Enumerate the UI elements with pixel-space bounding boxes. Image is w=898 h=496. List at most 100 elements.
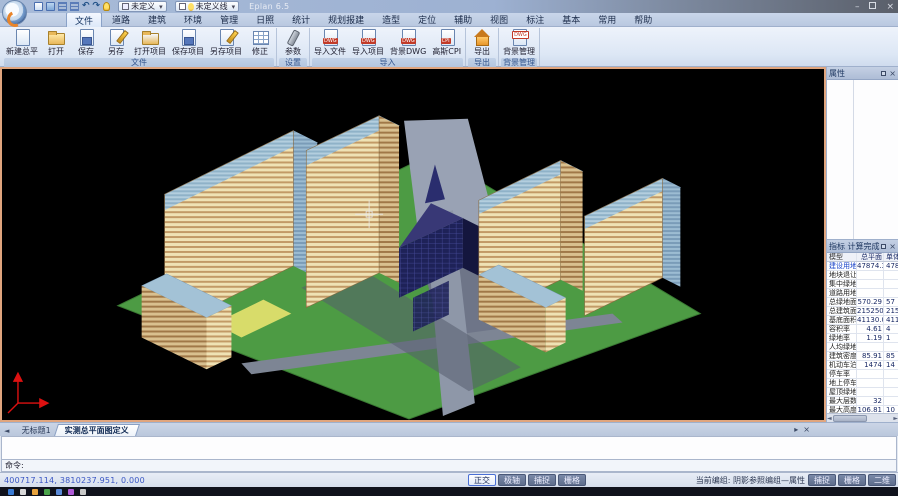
menu-tab-辅助[interactable]: 辅助 [446, 12, 480, 27]
maximize-button[interactable] [869, 2, 876, 12]
menu-tab-环境[interactable]: 环境 [176, 12, 210, 27]
table-row[interactable]: 集中绿地 [827, 280, 898, 289]
tab-nav-left-icon[interactable]: ◄ [4, 427, 9, 435]
tab-nav-right-icon[interactable]: ▸ [794, 425, 798, 434]
dock-close-icon[interactable]: × [803, 425, 810, 434]
table-row[interactable]: 屋顶绿地 [827, 388, 898, 397]
application-window: ↶ ↷ 未定义 ▾ 未定义线 ▾ Eplan 6.5 – × 文件道路建筑环境管… [0, 0, 898, 496]
ribbon-button-label: 另存项目 [210, 46, 242, 57]
close-icon[interactable]: × [889, 242, 896, 251]
close-button[interactable]: × [886, 2, 894, 12]
menu-tab-统计[interactable]: 统计 [284, 12, 318, 27]
table-row[interactable]: 人均绿地面积 [827, 343, 898, 352]
ribbon-button-导入文件[interactable]: 导入文件 [311, 28, 349, 57]
styles-list-icon[interactable] [70, 2, 79, 11]
ribbon-button-保存项目[interactable]: 保存项目 [169, 28, 207, 57]
menu-tab-基本[interactable]: 基本 [554, 12, 588, 27]
status-toggle-二维[interactable]: 二维 [868, 474, 896, 486]
taskbar-app-icon[interactable] [56, 489, 62, 495]
ribbon-button-修正[interactable]: 修正 [245, 28, 275, 57]
status-toggle-极轴[interactable]: 极轴 [498, 474, 526, 486]
table-row[interactable]: 停车率 [827, 370, 898, 379]
table-row[interactable]: 容积率4.614 [827, 325, 898, 334]
open-icon[interactable] [46, 2, 55, 11]
search-icon[interactable] [20, 489, 26, 495]
scrollbar-thumb[interactable] [833, 415, 867, 422]
table-row[interactable]: 地上停车场 [827, 379, 898, 388]
document-tab-实测总平面图定义[interactable]: 实测总平面图定义 [55, 424, 141, 436]
scroll-right-icon[interactable]: ► [893, 415, 898, 422]
status-toggle-捕捉[interactable]: 捕捉 [808, 474, 836, 486]
menu-tab-定位[interactable]: 定位 [410, 12, 444, 27]
table-row[interactable]: 最大高度106.8110 [827, 406, 898, 413]
taskbar-app-icon[interactable] [80, 489, 86, 495]
ribbon-button-保存[interactable]: 保存 [71, 28, 101, 57]
table-row[interactable]: 绿地率1.191 [827, 334, 898, 343]
bulb-icon[interactable] [103, 2, 110, 11]
command-output[interactable] [1, 436, 897, 460]
table-row[interactable]: 总建筑面积215250...215 [827, 307, 898, 316]
row-value [857, 343, 884, 351]
close-icon[interactable]: × [889, 69, 896, 78]
undo-icon[interactable]: ↶ [82, 2, 90, 11]
ribbon-button-导出[interactable]: 导出 [467, 28, 497, 57]
command-input-line[interactable]: 命令: [1, 460, 897, 472]
table-row[interactable]: 建设用地47874.38478 [827, 262, 898, 271]
status-toggle-栅格[interactable]: 栅格 [558, 474, 586, 486]
table-row[interactable]: 道路用地 [827, 289, 898, 298]
linetype-dropdown[interactable]: 未定义线 ▾ [175, 1, 240, 12]
row-value: 4.61 [857, 325, 884, 333]
menu-tab-视图[interactable]: 视图 [482, 12, 516, 27]
ribbon-button-参数[interactable]: 参数 [278, 28, 308, 57]
scroll-left-icon[interactable]: ◄ [827, 415, 832, 422]
menu-tab-标注[interactable]: 标注 [518, 12, 552, 27]
menu-tab-管理[interactable]: 管理 [212, 12, 246, 27]
table-row[interactable]: 总绿地面积570.2957 [827, 298, 898, 307]
taskbar-app-icon[interactable] [68, 489, 74, 495]
table-row[interactable]: 基底面积41130.05411 [827, 316, 898, 325]
menu-tab-文件[interactable]: 文件 [66, 12, 102, 28]
ribbon-button-label: 修正 [252, 46, 268, 57]
pin-icon[interactable] [881, 244, 886, 249]
start-button-icon[interactable] [8, 489, 14, 495]
table-row[interactable]: 建筑密度85.9185 [827, 352, 898, 361]
status-toggle-栅格[interactable]: 栅格 [838, 474, 866, 486]
pin-icon[interactable] [881, 71, 886, 76]
status-toggle-正交[interactable]: 正交 [468, 474, 496, 486]
3d-viewport[interactable] [0, 67, 826, 422]
ribbon-button-新建总平[interactable]: 新建总平 [3, 28, 41, 57]
table-row[interactable]: 机动车泊位147414 [827, 361, 898, 370]
minimize-button[interactable]: – [855, 2, 860, 12]
ribbon-button-label: 导入文件 [314, 46, 346, 57]
horizontal-scrollbar[interactable]: ◄ ► [827, 413, 898, 422]
table-row[interactable]: 最大层数32 [827, 397, 898, 406]
ribbon-button-另存[interactable]: 另存 [101, 28, 131, 57]
menu-tab-建筑[interactable]: 建筑 [140, 12, 174, 27]
menu-tab-道路[interactable]: 道路 [104, 12, 138, 27]
menu-tab-规划报建[interactable]: 规划报建 [320, 12, 372, 27]
menu-tab-帮助[interactable]: 帮助 [626, 12, 660, 27]
ribbon-group-文件: 新建总平打开保存另存打开项目保存项目另存项目修正文件 [2, 28, 277, 66]
ribbon-button-打开[interactable]: 打开 [41, 28, 71, 57]
menu-tab-日照[interactable]: 日照 [248, 12, 282, 27]
new-icon[interactable] [34, 2, 43, 11]
menu-tab-常用[interactable]: 常用 [590, 12, 624, 27]
row-value: 1 [884, 334, 898, 342]
ribbon-button-另存项目[interactable]: 另存项目 [207, 28, 245, 57]
ribbon-button-背景DWG[interactable]: 背景DWG [387, 28, 429, 57]
ribbon-button-打开项目[interactable]: 打开项目 [131, 28, 169, 57]
status-toggle-捕捉[interactable]: 捕捉 [528, 474, 556, 486]
ribbon-button-导入项目[interactable]: 导入项目 [349, 28, 387, 57]
taskbar-app-icon[interactable] [32, 489, 38, 495]
taskbar-app-icon[interactable] [44, 489, 50, 495]
layers-list-icon[interactable] [58, 2, 67, 11]
redo-icon[interactable]: ↷ [93, 2, 101, 11]
row-value [857, 271, 884, 279]
layer-dropdown[interactable]: 未定义 ▾ [118, 1, 167, 12]
app-logo-icon[interactable] [2, 0, 27, 25]
table-row[interactable]: 地块退让用地 [827, 271, 898, 280]
ribbon-button-高斯CPI[interactable]: 高斯CPI [429, 28, 464, 57]
row-label: 地上停车场 [827, 379, 857, 387]
ribbon-button-背景管理[interactable]: 背景管理 [500, 28, 538, 57]
menu-tab-造型[interactable]: 造型 [374, 12, 408, 27]
